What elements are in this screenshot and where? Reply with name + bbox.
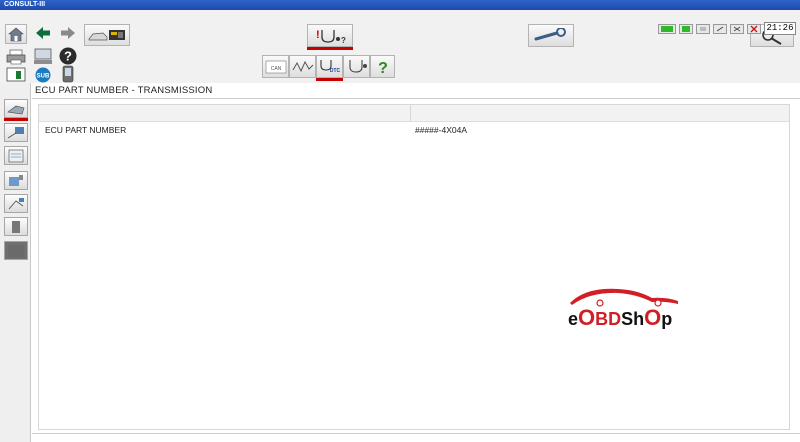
wrench-icon [534,27,566,40]
watermark-logo: eOBDShOp [568,288,678,330]
svg-text:!: ! [316,29,320,41]
back-button[interactable] [33,23,53,42]
waveform-icon [292,60,313,72]
svg-text:?: ? [64,49,72,64]
window-title: CONSULT-III [4,1,46,8]
work-support-button[interactable] [343,55,370,78]
status-area: 21:26 [658,22,796,35]
signal-status [696,23,710,34]
clock: 21:26 [764,22,796,35]
signal-icon [700,26,706,31]
diagnosis-active-indicator [307,47,353,50]
left-sidebar [0,83,31,442]
table-header [39,105,789,122]
sidebar-item-camera[interactable] [4,171,28,190]
column-divider [410,105,411,121]
computer-icon [34,48,52,64]
sidebar-item-selection[interactable] [4,99,28,118]
screen-capture-icon [6,67,26,81]
sidebar-active-indicator [4,118,28,121]
close-icon [750,25,758,32]
home-icon [8,27,24,41]
vehicle-ecu-button[interactable] [84,24,130,46]
home-button[interactable] [5,24,27,44]
arrow-left-icon [36,26,50,39]
data-monitor-button[interactable] [289,55,316,78]
battery-status-icon [682,25,690,32]
dtc-button[interactable]: DTC [316,55,343,78]
restore-button[interactable] [730,23,744,34]
svg-text:DTC: DTC [329,68,340,74]
result-panel: ECU PART NUMBER #####-4X04A [38,104,790,430]
diagram-icon [8,197,24,209]
sub-mode-button[interactable]: SUB [33,66,53,83]
help-icon: ? [378,60,388,76]
window-titlebar: CONSULT-III [0,0,800,10]
main-toolbar: ? SUB ! ? CAN DTC ? 21:26 [0,10,800,83]
help-button[interactable]: ? [58,46,78,66]
diagnosis-stethoscope-icon: ! ? [316,29,346,45]
minimize-button[interactable] [713,23,727,34]
dtc-active-indicator [316,78,343,81]
row-label: ECU PART NUMBER [45,125,127,135]
blank-panel-icon [8,244,24,257]
battery-status [679,23,693,34]
car-ecu-icon [88,30,125,41]
hand-select-icon [7,105,25,114]
sub-icon: SUB [35,67,51,82]
forward-button[interactable] [58,23,78,42]
sidebar-item-print[interactable] [4,217,28,236]
bottom-divider [32,433,800,434]
diagnosis-mode-button[interactable]: ! ? [307,24,353,47]
sidebar-item-blank[interactable] [4,241,28,260]
vi-connected-icon [661,25,673,32]
arrow-right-icon [61,26,75,39]
question-circle-icon: ? [59,47,77,65]
data-sheet-icon [8,149,24,162]
minimize-icon [716,26,724,31]
document-icon [12,220,20,233]
restore-icon [733,26,741,31]
close-button[interactable] [747,23,761,34]
camera-icon [9,174,23,186]
can-icon: CAN [265,60,286,73]
svg-text:CAN: CAN [270,66,281,72]
can-diagnosis-button[interactable]: CAN [262,55,289,78]
vi-connection-status [658,23,676,34]
page-header: ECU PART NUMBER - TRANSMISSION [32,84,800,99]
guide-button[interactable]: ? [370,55,395,78]
ecu-icon [7,126,24,138]
computer-button[interactable] [32,47,54,66]
dtc-stethoscope-icon: DTC [319,59,340,74]
row-value: #####-4X04A [415,125,467,135]
svg-text:?: ? [341,36,346,45]
printer-icon [6,49,26,65]
svg-text:?: ? [378,60,388,76]
tools-button[interactable] [528,24,574,47]
svg-text:SUB: SUB [37,73,50,79]
sidebar-item-data[interactable] [4,146,28,165]
stethoscope-icon [348,59,367,73]
table-row: ECU PART NUMBER #####-4X04A [39,125,789,139]
battery-button[interactable] [60,65,76,83]
page-title: ECU PART NUMBER - TRANSMISSION [35,85,213,96]
sidebar-item-ecu[interactable] [4,123,28,142]
battery-icon [62,65,74,83]
sidebar-item-diagram[interactable] [4,194,28,213]
logo-text: eOBDShOp [568,305,672,330]
print-button[interactable] [5,48,27,66]
screen-capture-button[interactable] [5,66,27,82]
